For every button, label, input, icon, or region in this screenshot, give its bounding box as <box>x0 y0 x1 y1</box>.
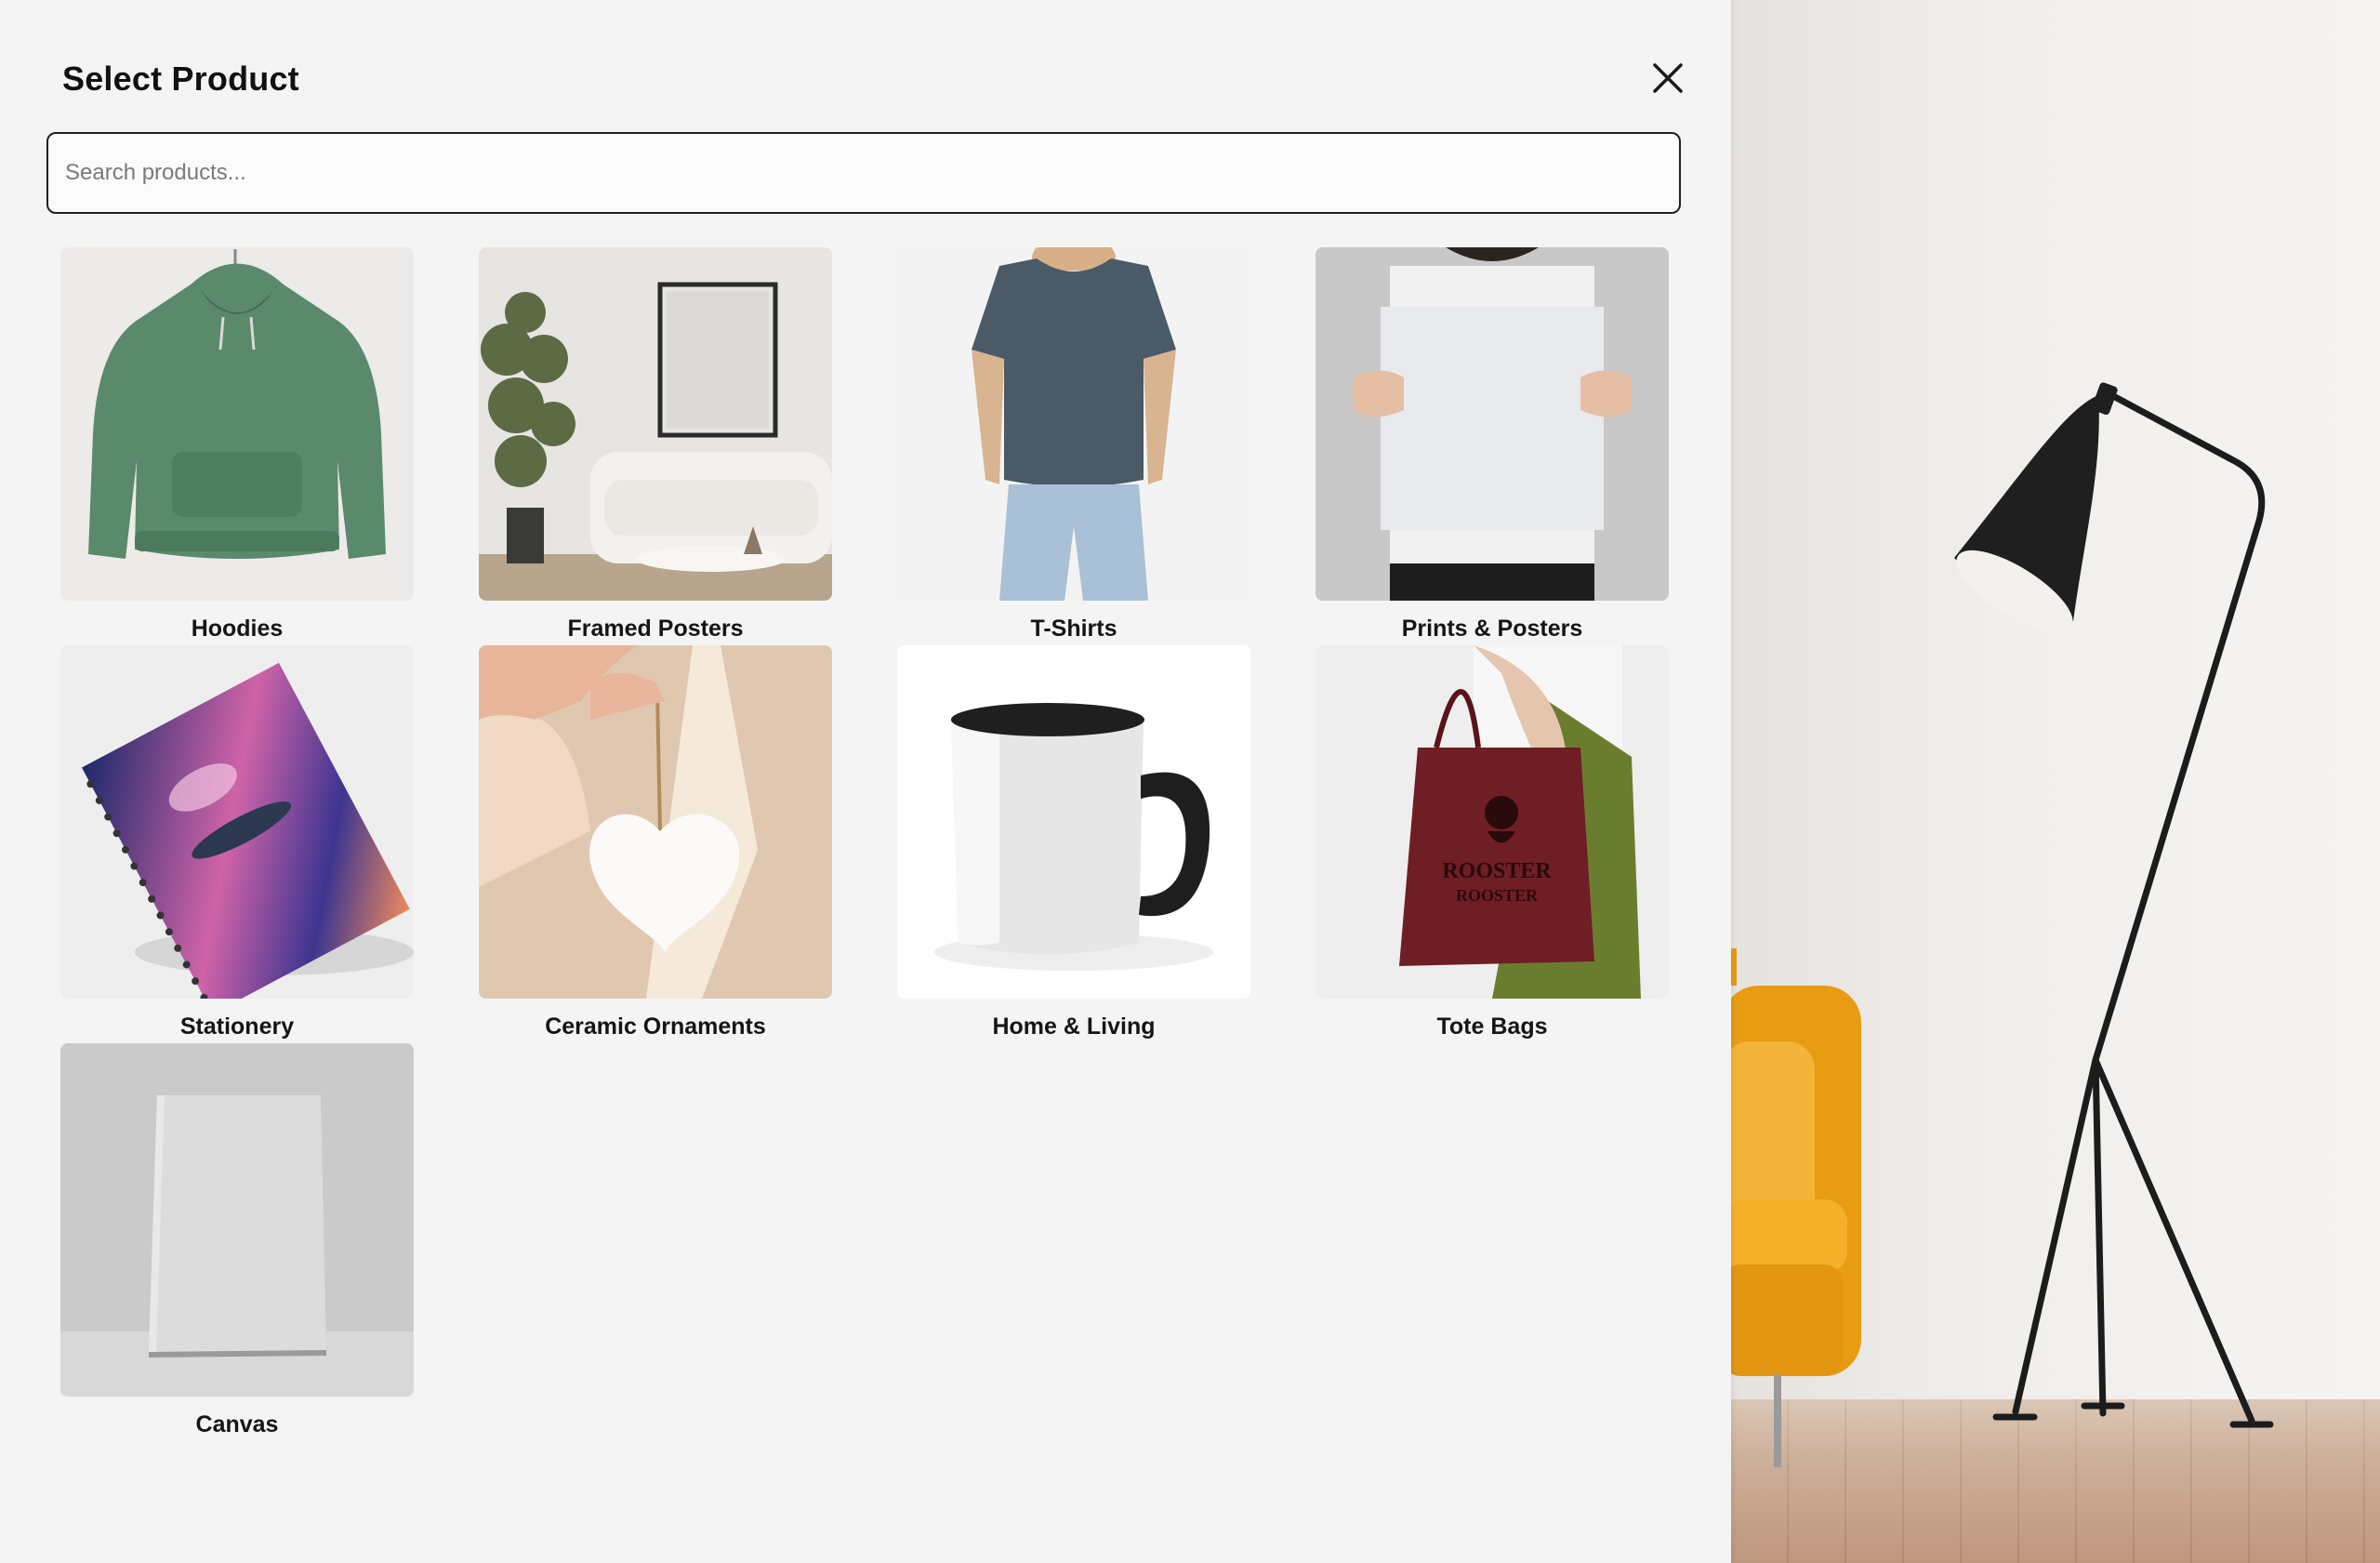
product-label: Home & Living <box>992 1013 1156 1040</box>
product-card-prints-posters[interactable]: Prints & Posters <box>1316 247 1669 642</box>
mug-image <box>897 645 1250 999</box>
product-card-home-living[interactable]: Home & Living <box>897 645 1250 1040</box>
product-card-ceramic-ornaments[interactable]: Ceramic Ornaments <box>479 645 832 1040</box>
select-product-modal: Select Product Hoodies <box>0 0 1731 1563</box>
close-button[interactable] <box>1646 56 1690 100</box>
product-card-tote-bags[interactable]: ROOSTER ROOSTER Tote Bags <box>1316 645 1669 1040</box>
product-card-stationery[interactable]: Stationery <box>60 645 414 1040</box>
canvas-image <box>60 1043 414 1397</box>
product-label: Stationery <box>179 1013 295 1040</box>
framed-poster-image <box>479 247 832 601</box>
tote-bag-image: ROOSTER ROOSTER <box>1316 645 1669 999</box>
product-card-framed-posters[interactable]: Framed Posters <box>479 247 832 642</box>
product-label: Framed Posters <box>567 616 744 642</box>
product-label: Prints & Posters <box>1401 616 1583 642</box>
product-label: Hoodies <box>191 616 284 642</box>
notebook-image <box>60 645 414 999</box>
modal-title: Select Product <box>62 60 299 98</box>
tshirt-image <box>897 247 1250 601</box>
hoodie-image <box>60 247 414 601</box>
background-room-scene <box>1731 0 2380 1563</box>
search-input[interactable] <box>46 132 1681 214</box>
lamp-shade <box>1954 382 2118 633</box>
close-icon <box>1653 63 1683 93</box>
tote-print-text: ROOSTER <box>1442 859 1552 883</box>
product-card-canvas[interactable]: Canvas <box>60 1043 414 1438</box>
heart-ornament-image <box>479 645 832 999</box>
product-card-hoodies[interactable]: Hoodies <box>60 247 414 642</box>
tote-print-text-secondary: ROOSTER <box>1456 886 1539 905</box>
print-poster-image <box>1316 247 1669 601</box>
product-label: Tote Bags <box>1436 1013 1548 1040</box>
product-label: Ceramic Ornaments <box>545 1013 766 1040</box>
floor-lamp-and-chair-illustration <box>1731 382 2274 1467</box>
product-label: Canvas <box>195 1411 279 1437</box>
yellow-armchair <box>1731 948 1861 1467</box>
product-card-t-shirts[interactable]: T-Shirts <box>897 247 1250 642</box>
product-label: T-Shirts <box>1030 616 1117 642</box>
